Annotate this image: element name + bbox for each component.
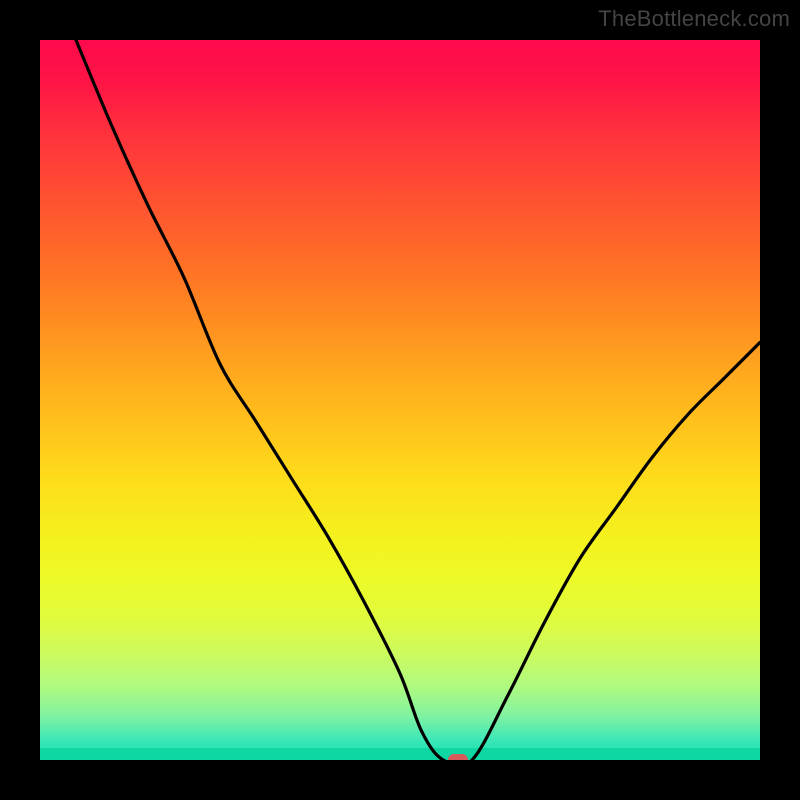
plot-area: [40, 40, 760, 760]
bottleneck-curve: [40, 40, 760, 760]
minimum-marker: [448, 754, 468, 760]
watermark-text: TheBottleneck.com: [598, 6, 790, 32]
curve-path: [76, 40, 760, 760]
chart-frame: TheBottleneck.com: [0, 0, 800, 800]
